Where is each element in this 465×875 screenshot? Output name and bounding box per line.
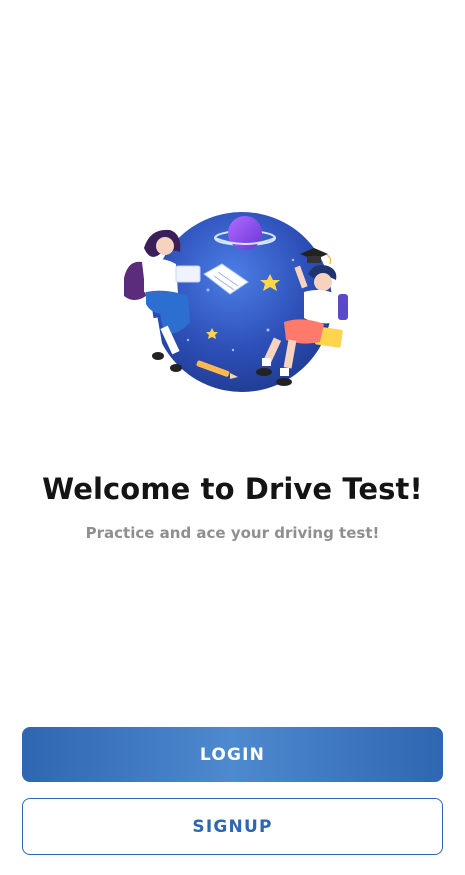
login-button[interactable]: LOGIN [22,727,443,782]
students-in-space-illustration [124,212,348,392]
page-title: Welcome to Drive Test! [42,472,423,506]
welcome-illustration [118,200,354,412]
signup-button[interactable]: SIGNUP [22,798,443,855]
page-subtitle: Practice and ace your driving test! [85,524,380,542]
